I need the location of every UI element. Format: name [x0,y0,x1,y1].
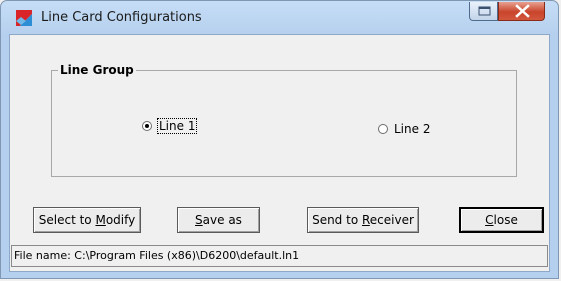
restore-icon [478,6,491,16]
title-bar[interactable]: Line Card Configurations [1,1,558,34]
send-to-receiver-accel: R [361,213,370,227]
select-to-modify-label-prefix: Select to [38,213,96,227]
send-to-receiver-label-prefix: Send to [312,213,362,227]
close-window-button[interactable] [498,2,545,21]
save-as-accel: S [195,213,203,227]
radio-line-1-label: Line 1 [156,118,198,134]
line-card-app-icon [16,10,32,26]
close-button[interactable]: Close [459,207,544,233]
line-group-legend: Line Group [58,63,136,77]
radio-line-1[interactable]: Line 1 [142,118,198,134]
save-as-label-rest: ave as [202,213,242,227]
close-label-rest: lose [493,213,518,227]
file-name-status: File name: C:\Program Files (x86)\D6200\… [14,249,300,262]
save-as-button[interactable]: Save as [177,207,260,233]
dialog-client-area: Line Group Line 1 Line 2 Select to Modif… [9,34,550,272]
select-to-modify-button[interactable]: Select to Modify [33,207,141,233]
radio-unchecked-indicator [378,124,388,134]
line-card-window: Line Card Configurations Line Group Line… [0,0,559,279]
restore-button[interactable] [469,2,498,21]
window-title: Line Card Configurations [41,10,202,25]
line-group-box: Line Group Line 1 Line 2 [51,63,517,177]
radio-checked-indicator [142,121,152,131]
select-to-modify-accel: M [95,213,106,227]
send-to-receiver-button[interactable]: Send to Receiver [307,207,419,233]
close-accel: C [485,213,494,227]
radio-line-2[interactable]: Line 2 [378,122,430,136]
radio-line-2-label: Line 2 [394,122,431,136]
status-bar: File name: C:\Program Files (x86)\D6200\… [11,245,548,267]
close-icon [515,4,530,18]
send-to-receiver-label-rest: eceiver [369,213,414,227]
select-to-modify-label-rest: odify [105,213,136,227]
